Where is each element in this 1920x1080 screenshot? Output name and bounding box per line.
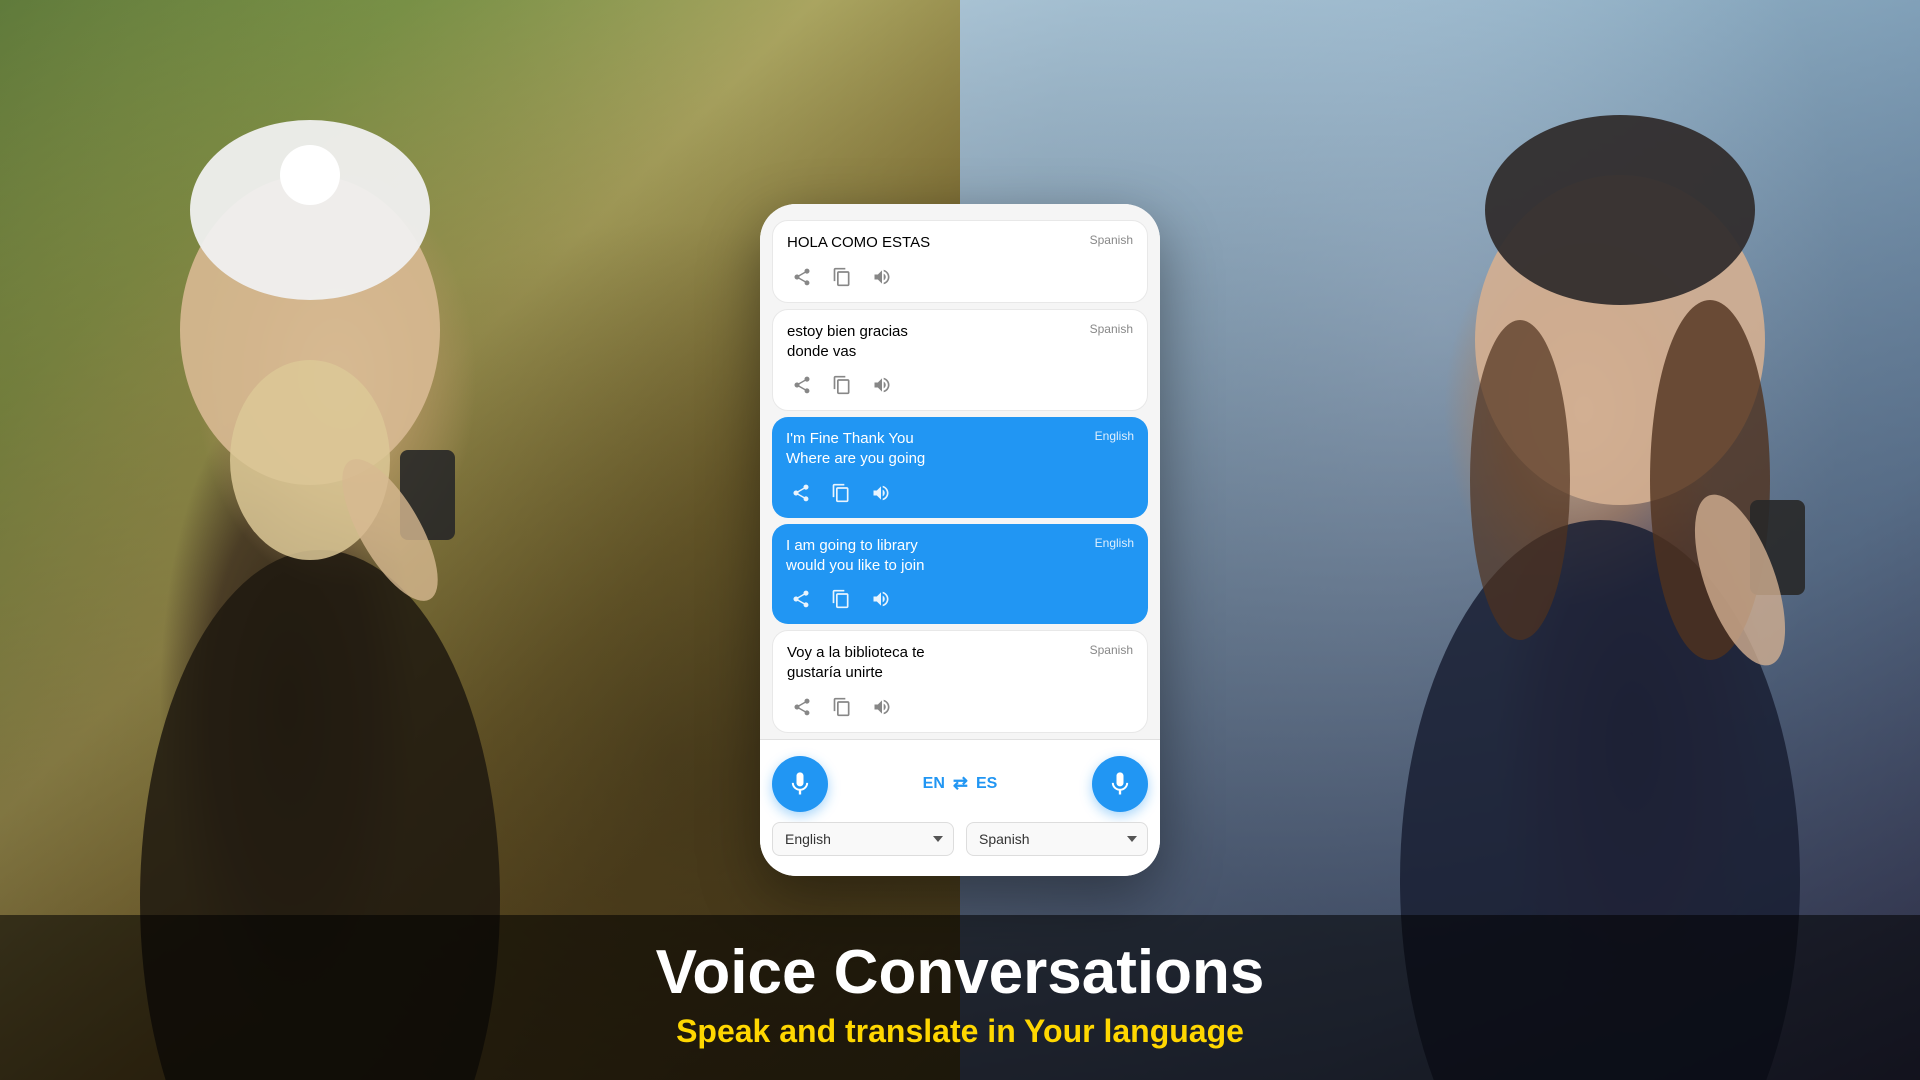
mic-row: EN ⇄ ES: [772, 756, 1148, 812]
volume-icon-5[interactable]: [867, 692, 897, 722]
bubble-4-text: I am going to library would you like to …: [786, 536, 1087, 577]
bubble-4-lang: English: [1095, 536, 1134, 550]
share-icon-2[interactable]: [787, 370, 817, 400]
bubble-2-lang: Spanish: [1090, 322, 1133, 336]
banner-title: Voice Conversations: [20, 939, 1900, 1007]
bubble-3-text: I'm Fine Thank You Where are you going: [786, 429, 1087, 470]
language-select-row: English Spanish French German Spanish En…: [772, 822, 1148, 856]
share-icon-1[interactable]: [787, 262, 817, 292]
bubble-1-text: HOLA COMO ESTAS: [787, 233, 1082, 253]
mic-button-left[interactable]: [772, 756, 828, 812]
chat-area: HOLA COMO ESTAS Spanish: [760, 204, 1160, 732]
bubble-3-lang: English: [1095, 429, 1134, 443]
bottom-controls: EN ⇄ ES English Spanish French German: [760, 739, 1160, 876]
language-select-right[interactable]: Spanish English French German: [966, 822, 1148, 856]
bubble-1-actions: [787, 262, 1133, 292]
bubble-5-lang: Spanish: [1090, 643, 1133, 657]
bubble-3-actions: [786, 478, 1134, 508]
copy-icon-3[interactable]: [826, 478, 856, 508]
copy-icon-2[interactable]: [827, 370, 857, 400]
mic-button-right[interactable]: [1092, 756, 1148, 812]
volume-icon-4[interactable]: [866, 584, 896, 614]
chat-bubble-1: HOLA COMO ESTAS Spanish: [772, 220, 1148, 302]
swap-icon[interactable]: ⇄: [953, 773, 968, 794]
share-icon-3[interactable]: [786, 478, 816, 508]
language-swap-controls: EN ⇄ ES: [923, 773, 998, 794]
bubble-2-actions: [787, 370, 1133, 400]
bubble-1-lang: Spanish: [1090, 233, 1133, 247]
bubble-4-actions: [786, 584, 1134, 614]
banner-subtitle: Speak and translate in Your language: [20, 1013, 1900, 1050]
copy-icon-1[interactable]: [827, 262, 857, 292]
chat-bubble-5: Voy a la biblioteca te gustaría unirte S…: [772, 630, 1148, 733]
copy-icon-4[interactable]: [826, 584, 856, 614]
volume-icon-2[interactable]: [867, 370, 897, 400]
language-select-left[interactable]: English Spanish French German: [772, 822, 954, 856]
lang-code-es: ES: [976, 775, 997, 793]
volume-icon-1[interactable]: [867, 262, 897, 292]
copy-icon-5[interactable]: [827, 692, 857, 722]
bubble-2-text: estoy bien gracias donde vas: [787, 322, 1082, 363]
share-icon-4[interactable]: [786, 584, 816, 614]
chat-bubble-3: I'm Fine Thank You Where are you going E…: [772, 417, 1148, 518]
share-icon-5[interactable]: [787, 692, 817, 722]
bottom-banner: Voice Conversations Speak and translate …: [0, 915, 1920, 1080]
bubble-5-actions: [787, 692, 1133, 722]
bubble-5-text: Voy a la biblioteca te gustaría unirte: [787, 643, 1082, 684]
chat-bubble-4: I am going to library would you like to …: [772, 524, 1148, 625]
chat-bubble-2: estoy bien gracias donde vas Spanish: [772, 309, 1148, 412]
volume-icon-3[interactable]: [866, 478, 896, 508]
lang-code-en: EN: [923, 775, 945, 793]
phone-mockup: HOLA COMO ESTAS Spanish: [760, 204, 1160, 875]
